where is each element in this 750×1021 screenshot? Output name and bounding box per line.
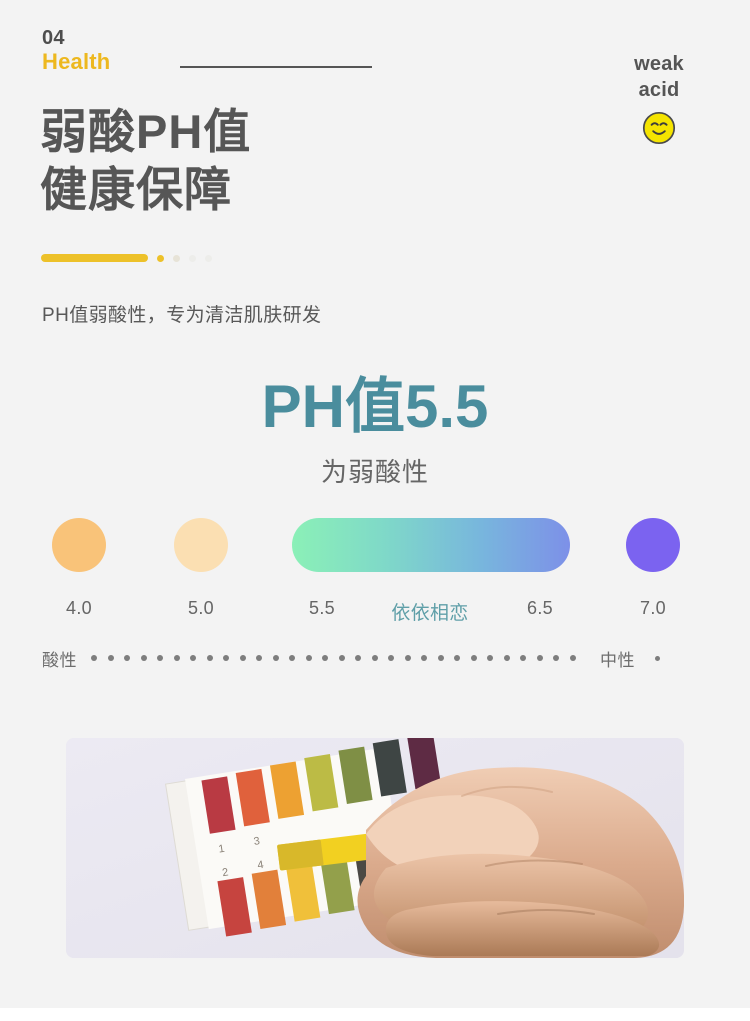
axis-dot [569,655,576,661]
progress-dot-active [157,254,164,262]
ph-scale-labels: 4.0 5.0 5.5 依依相恋 6.5 7.0 [0,598,750,624]
ph-marker-5-0 [174,518,228,572]
axis-dot [206,655,213,661]
axis-dot [173,655,180,661]
ph-scale [0,518,750,588]
axis-dot [256,655,263,661]
axis-label-neutral: 中性 [600,650,635,670]
smiley-face-icon [642,112,676,145]
ph-marker-7-0 [626,518,680,572]
page-title: 弱酸PH值 健康保障 [40,103,251,219]
ph-marker-4-0 [52,518,106,572]
ph-label-6-5: 6.5 [527,598,553,618]
axis-dot [322,655,329,661]
axis-dot [536,655,543,661]
axis-dot [503,655,510,661]
axis-dot [124,655,131,661]
ph-test-strip-photo: 1 3 2 4 12 [66,738,684,958]
eyebrow-rule-divider [180,66,372,68]
axis-dot [239,655,246,661]
ph-health-panel: 04 Health weak acid 弱酸PH值 健康保障 PH值弱酸性，专为… [0,0,750,1021]
progress-dot-2 [173,254,180,262]
axis-dot [355,655,362,661]
axis-dot [437,655,444,661]
axis-dot [289,655,296,661]
section-eyebrow: 04 Health [42,27,111,74]
acidity-axis-row: 酸性 中性 [0,645,750,671]
axis-dot [388,655,395,661]
progress-bar-fill [41,254,148,262]
axis-dot [371,655,378,661]
ph-value-caption: 为弱酸性 [320,457,429,487]
axis-dot [223,655,230,661]
ph-label-4-0: 4.0 [66,598,92,618]
axis-dot [157,655,164,661]
axis-dot [421,655,428,661]
ph-label-brand-annotation: 依依相恋 [391,603,469,624]
axis-dotted-line [91,655,576,661]
axis-dot [520,655,527,661]
axis-dot [91,655,97,661]
ph-marker-range-5-5-to-6-5 [292,518,570,572]
page-title-line-1: 弱酸PH值 [40,105,252,158]
axis-dot [305,655,312,661]
axis-dot [553,655,560,661]
progress-indicator [41,254,212,262]
section-word: Health [42,48,111,74]
ph-label-7-0: 7.0 [640,598,666,618]
axis-label-acidic: 酸性 [42,650,77,670]
axis-dot [190,655,197,661]
ph-label-5-5: 5.5 [309,598,335,618]
ph-test-strip-illustration: 1 3 2 4 12 [66,738,684,958]
axis-dot [487,655,494,661]
page-title-line-2: 健康保障 [40,162,232,216]
weak-acid-line-1: weak [634,53,684,75]
progress-dot-3 [189,254,196,262]
progress-dot-4 [205,254,212,262]
axis-dot [272,655,279,661]
ph-value-headline: PH值5.5 [261,373,489,440]
axis-dot [140,655,147,661]
bottom-white-strip [0,1008,750,1021]
subtitle-text: PH值弱酸性，专为清洁肌肤研发 [42,305,322,326]
axis-dot [454,655,461,661]
weak-acid-badge: weak acid [604,52,714,145]
weak-acid-line-2: acid [638,78,680,101]
section-number: 04 [42,27,65,49]
ph-label-5-0: 5.0 [188,598,214,618]
axis-dot [404,655,411,661]
axis-dot [470,655,477,661]
axis-dot [107,655,114,661]
axis-dot [338,655,345,661]
axis-tail-dot [655,655,660,661]
